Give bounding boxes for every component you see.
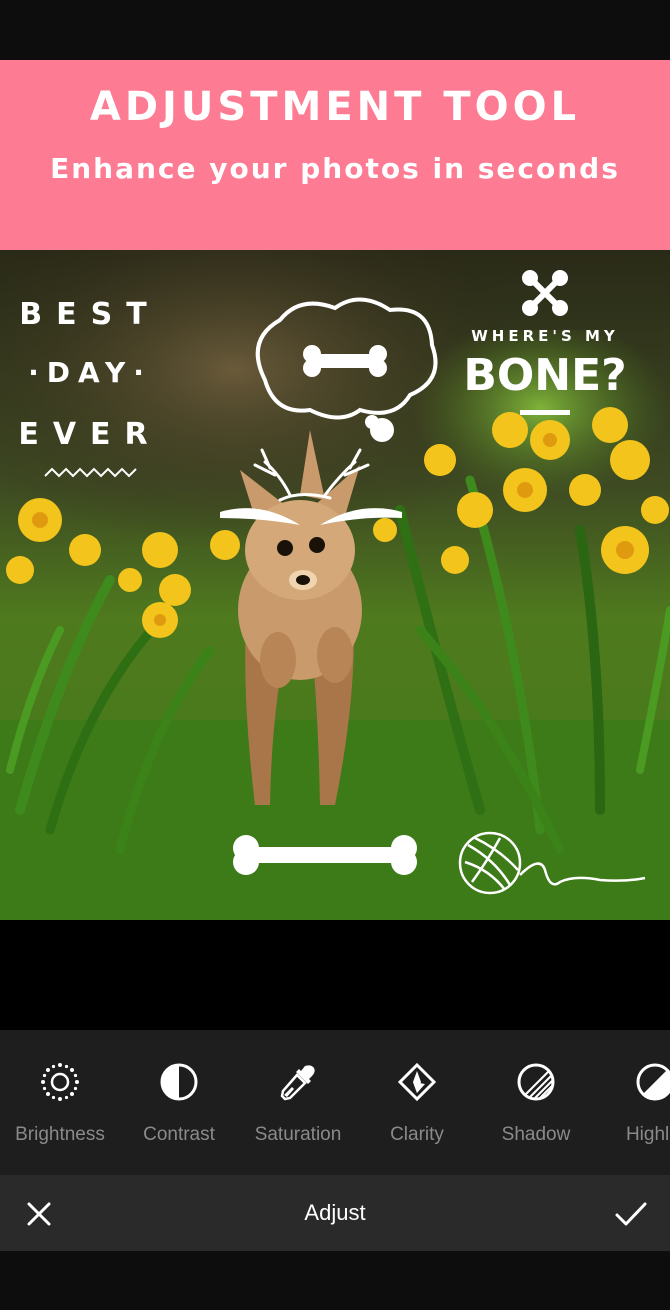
adjust-tools-strip[interactable]: Brightness Contrast Saturation Clarity S… (0, 1030, 670, 1175)
tool-label-highlight: Highlig (625, 1124, 670, 1145)
best-text: BEST (19, 297, 160, 332)
action-title: Adjust (304, 1200, 366, 1225)
promo-banner: ADJUSTMENT TOOL Enhance your photos in s… (0, 60, 670, 250)
contrast-icon (160, 1063, 198, 1101)
status-bar (0, 0, 670, 60)
bone-question-text: BONE? (463, 350, 626, 401)
tool-highlight[interactable]: Highlig (595, 1030, 670, 1175)
tool-label-contrast: Contrast (143, 1124, 215, 1145)
tool-contrast[interactable]: Contrast (119, 1030, 239, 1175)
day-text: ·DAY· (28, 356, 152, 389)
underline-decoration (520, 410, 570, 415)
brightness-icon (41, 1063, 79, 1101)
banner-title: ADJUSTMENT TOOL (89, 84, 581, 130)
clarity-icon (397, 1062, 437, 1102)
tool-label-clarity: Clarity (390, 1124, 444, 1145)
tool-saturation[interactable]: Saturation (238, 1030, 358, 1175)
tool-label-shadow: Shadow (501, 1124, 571, 1145)
tool-label-brightness: Brightness (15, 1124, 105, 1145)
banner-subtitle: Enhance your photos in seconds (50, 152, 620, 185)
tool-shadow[interactable]: Shadow (476, 1030, 596, 1175)
tool-clarity[interactable]: Clarity (357, 1030, 477, 1175)
photo-canvas[interactable]: WHERE'S MY BONE? BEST ·DAY· EVER (0, 250, 670, 920)
tool-brightness[interactable]: Brightness (0, 1030, 120, 1175)
ever-text: EVER (18, 417, 161, 452)
saturation-icon (280, 1065, 315, 1101)
wheres-my-text: WHERE'S MY (471, 327, 619, 345)
tool-label-saturation: Saturation (254, 1124, 342, 1145)
system-nav-area (0, 1251, 670, 1310)
action-bar: Adjust (0, 1175, 670, 1251)
editor-gap (0, 920, 670, 1030)
shadow-icon (517, 1063, 555, 1101)
highlight-icon (636, 1063, 670, 1101)
checkmark-icon[interactable] (612, 1197, 650, 1231)
